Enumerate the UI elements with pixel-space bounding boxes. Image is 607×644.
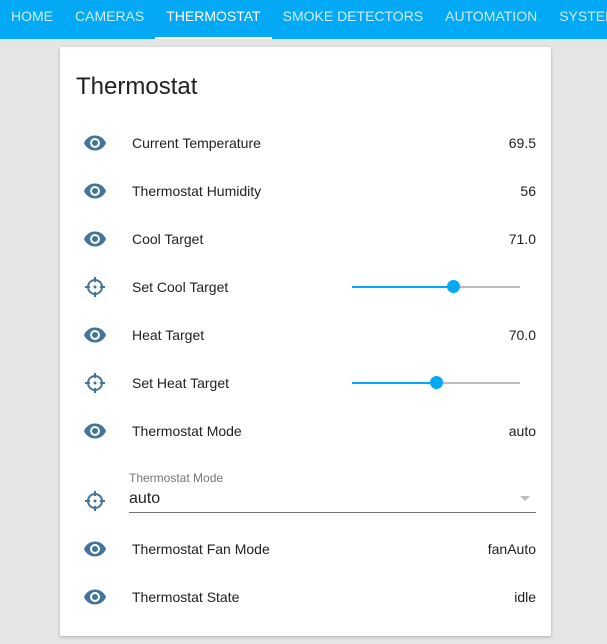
slider-fill [352, 382, 436, 384]
tab-thermostat[interactable]: THERMOSTAT [155, 0, 272, 39]
entity-row: Thermostat Humidity 56 [60, 171, 551, 211]
eye-icon [84, 327, 106, 343]
entity-value: 69.5 [508, 135, 536, 151]
slider-knob[interactable] [430, 376, 443, 389]
entity-value: fanAuto [487, 541, 536, 557]
entity-row: Set Heat Target [60, 363, 551, 403]
entity-row: Current Temperature 69.5 [60, 123, 551, 163]
tab-cameras[interactable]: CAMERAS [64, 0, 155, 39]
dropdown-arrow-icon[interactable] [520, 496, 530, 501]
eye-icon [84, 183, 106, 199]
tab-automation[interactable]: AUTOMATION [434, 0, 548, 39]
entity-label: Thermostat State [132, 589, 240, 605]
top-tabs: HOME CAMERAS THERMOSTAT SMOKE DETECTORS … [0, 0, 607, 39]
target-slider[interactable] [352, 280, 520, 293]
tab-home[interactable]: HOME [0, 0, 64, 39]
slider-knob[interactable] [446, 280, 460, 293]
entity-label: Thermostat Fan Mode [132, 541, 270, 557]
thermostat-card: Thermostat Current Temperature 69.5 Thermo… [60, 47, 551, 636]
entity-value: 56 [520, 183, 536, 199]
eye-icon [84, 541, 106, 557]
entity-label: Current Temperature [132, 135, 261, 151]
entity-label: Thermostat Mode [132, 423, 242, 439]
crosshair-icon [85, 373, 105, 393]
entity-row: Set Cool Target [60, 267, 551, 307]
entity-value: 70.0 [508, 327, 536, 343]
crosshair-icon [85, 277, 105, 297]
entity-row: Thermostat Mode auto [60, 411, 551, 451]
tab-system[interactable]: SYSTEM [548, 0, 607, 39]
eye-icon [84, 589, 106, 605]
dropdown-value: auto [129, 490, 161, 507]
entity-row: Thermostat Fan Mode fanAuto [60, 529, 551, 569]
entity-label: Thermostat Humidity [132, 183, 262, 199]
entity-row: Thermostat State idle [60, 577, 551, 617]
slider-fill [352, 286, 453, 288]
entity-value: 71.0 [508, 231, 536, 247]
tab-smoke-detectors[interactable]: SMOKE DETECTORS [272, 0, 435, 39]
entity-row: Heat Target 70.0 [60, 315, 551, 355]
entity-label: Set Cool Target [132, 279, 229, 295]
eye-icon [84, 135, 106, 151]
entity-label: Set Heat Target [132, 375, 230, 391]
card-title: Thermostat [76, 73, 198, 100]
thermostat-mode-dropdown[interactable]: auto [129, 487, 536, 513]
eye-icon [84, 423, 106, 439]
entity-value: auto [508, 423, 536, 439]
target-slider[interactable] [352, 376, 520, 389]
entity-row: Cool Target 71.0 [60, 219, 551, 259]
entity-value: idle [514, 589, 536, 605]
dropdown-label: Thermostat Mode [129, 471, 224, 485]
eye-icon [84, 231, 106, 247]
entity-label: Heat Target [132, 327, 205, 343]
entity-label: Cool Target [132, 231, 204, 247]
crosshair-icon [85, 491, 105, 511]
